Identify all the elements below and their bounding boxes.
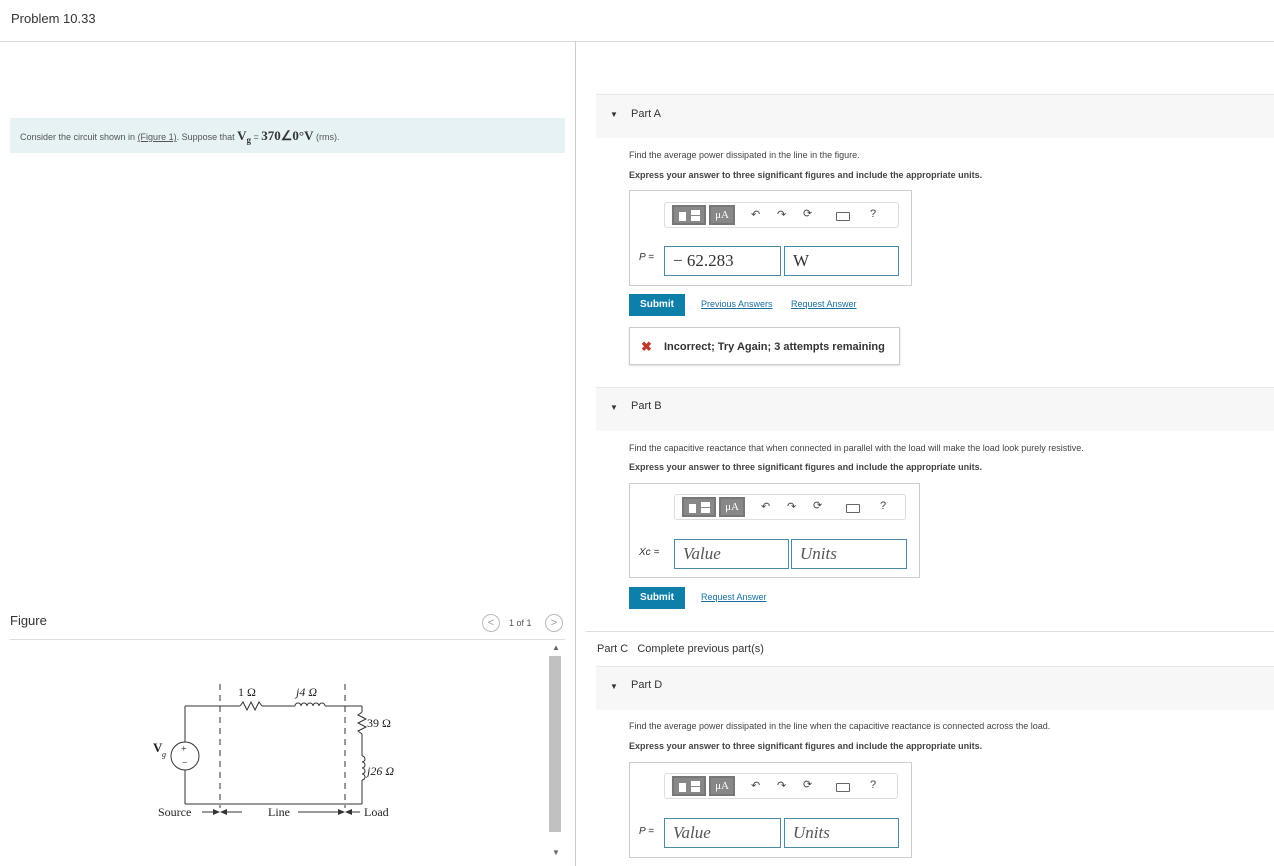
part-c-status: Complete previous part(s) <box>637 643 764 655</box>
part-c-row: Part C Complete previous part(s) <box>597 643 764 655</box>
chevron-right-icon[interactable]: > <box>545 614 563 632</box>
units-icon[interactable]: μA <box>709 205 735 225</box>
part-d-header[interactable] <box>596 666 1274 710</box>
vg-symbol: V <box>237 128 247 143</box>
part-a-units-input[interactable]: W <box>784 246 899 276</box>
pane-divider[interactable] <box>575 41 576 866</box>
part-a-value-input[interactable]: − 62.283 <box>664 246 781 276</box>
part-b-var-label: Xc = <box>639 547 660 558</box>
collapse-icon[interactable]: ▼ <box>610 403 618 412</box>
x1-label: j4 Ω <box>294 685 317 699</box>
part-b-value-input[interactable]: Value <box>674 539 789 569</box>
part-c-divider <box>586 631 1274 632</box>
undo-icon[interactable]: ↶ <box>751 779 760 792</box>
circuit-diagram: 1 Ω j4 Ω 39 Ω j26 Ω V g + − Source Line … <box>153 684 394 819</box>
part-d-var-label: P = <box>639 826 654 837</box>
problem-middle: . Suppose that <box>176 132 238 142</box>
math-toolbar: μA ↶ ↷ ⟳ ? <box>664 202 899 228</box>
part-d-instruction: Express your answer to three significant… <box>629 741 983 751</box>
math-toolbar: μA ↶ ↷ ⟳ ? <box>664 773 898 799</box>
scroll-up-icon[interactable]: ▲ <box>552 643 560 652</box>
part-b-question: Find the capacitive reactance that when … <box>629 443 1084 453</box>
part-d-units-input[interactable]: Units <box>784 818 899 848</box>
redo-icon[interactable]: ↷ <box>777 208 786 221</box>
feedback-text: Incorrect; Try Again; 3 attempts remaini… <box>664 341 885 353</box>
units-icon[interactable]: μA <box>719 497 745 517</box>
undo-icon[interactable]: ↶ <box>751 208 760 221</box>
part-a-header[interactable] <box>596 94 1274 138</box>
part-b-request-answer-link[interactable]: Request Answer <box>701 592 767 602</box>
r2-label: 39 Ω <box>367 716 391 730</box>
part-d-value-input[interactable]: Value <box>664 818 781 848</box>
figure-scrollbar[interactable] <box>549 656 561 832</box>
part-a-label[interactable]: Part A <box>631 108 661 120</box>
collapse-icon[interactable]: ▼ <box>610 682 618 691</box>
reset-icon[interactable]: ⟳ <box>803 778 812 791</box>
redo-icon[interactable]: ↷ <box>787 500 796 513</box>
part-c-label: Part C <box>597 643 629 655</box>
part-b-units-input[interactable]: Units <box>791 539 907 569</box>
templates-icon[interactable] <box>672 776 706 796</box>
part-a-instruction: Express your answer to three significant… <box>629 170 983 180</box>
math-toolbar: μA ↶ ↷ ⟳ ? <box>674 494 906 520</box>
help-icon[interactable]: ? <box>870 779 876 791</box>
part-d-question: Find the average power dissipated in the… <box>629 721 1051 731</box>
redo-icon[interactable]: ↷ <box>777 779 786 792</box>
load-label: Load <box>364 805 389 819</box>
figure-count: 1 of 1 <box>509 618 532 628</box>
x2-label: j26 Ω <box>365 764 394 778</box>
problem-prefix: Consider the circuit shown in <box>20 132 138 142</box>
help-icon[interactable]: ? <box>870 208 876 220</box>
part-b-label[interactable]: Part B <box>631 400 662 412</box>
units-icon[interactable]: μA <box>709 776 735 796</box>
reset-icon[interactable]: ⟳ <box>803 207 812 220</box>
part-a-var-label: P = <box>639 252 654 263</box>
part-b-submit-button[interactable]: Submit <box>629 587 685 609</box>
part-a-submit-button[interactable]: Submit <box>629 294 685 316</box>
incorrect-icon: ✖ <box>641 339 652 354</box>
help-icon[interactable]: ? <box>880 500 886 512</box>
problem-statement: Consider the circuit shown in (Figure 1)… <box>20 128 340 145</box>
figure-title: Figure <box>10 613 47 628</box>
figure-link[interactable]: (Figure 1) <box>138 132 177 142</box>
part-d-label[interactable]: Part D <box>631 679 662 691</box>
minus-sign: − <box>182 758 188 769</box>
keyboard-icon[interactable] <box>836 783 850 792</box>
part-b-header[interactable] <box>596 387 1274 431</box>
line-label: Line <box>268 805 290 819</box>
r1-label: 1 Ω <box>238 685 256 699</box>
part-b-instruction: Express your answer to three significant… <box>629 462 983 472</box>
plus-sign: + <box>181 744 187 755</box>
templates-icon[interactable] <box>682 497 716 517</box>
equals-sign: = <box>251 132 262 142</box>
part-a-request-answer-link[interactable]: Request Answer <box>791 299 857 309</box>
source-label: Source <box>158 805 191 819</box>
undo-icon[interactable]: ↶ <box>761 500 770 513</box>
chevron-left-icon[interactable]: < <box>482 614 500 632</box>
header-divider <box>0 41 1274 42</box>
scroll-down-icon[interactable]: ▼ <box>552 848 560 857</box>
vg-label-sub: g <box>162 750 166 759</box>
keyboard-icon[interactable] <box>836 212 850 221</box>
keyboard-icon[interactable] <box>846 504 860 513</box>
feedback-box: ✖ Incorrect; Try Again; 3 attempts remai… <box>629 327 900 365</box>
part-a-question: Find the average power dissipated in the… <box>629 150 860 160</box>
part-b-answer-box: μA ↶ ↷ ⟳ ? Xc = Value Units <box>629 483 920 578</box>
vg-value: 370∠0°V <box>261 128 314 143</box>
part-a-answer-box: μA ↶ ↷ ⟳ ? P = − 62.283 W <box>629 190 912 286</box>
figure-divider <box>10 639 565 640</box>
templates-icon[interactable] <box>672 205 706 225</box>
problem-suffix: (rms). <box>313 132 340 142</box>
page-title: Problem 10.33 <box>11 11 96 26</box>
collapse-icon[interactable]: ▼ <box>610 110 618 119</box>
previous-answers-link[interactable]: Previous Answers <box>701 299 773 309</box>
reset-icon[interactable]: ⟳ <box>813 499 822 512</box>
part-d-answer-box: μA ↶ ↷ ⟳ ? P = Value Units <box>629 762 912 858</box>
